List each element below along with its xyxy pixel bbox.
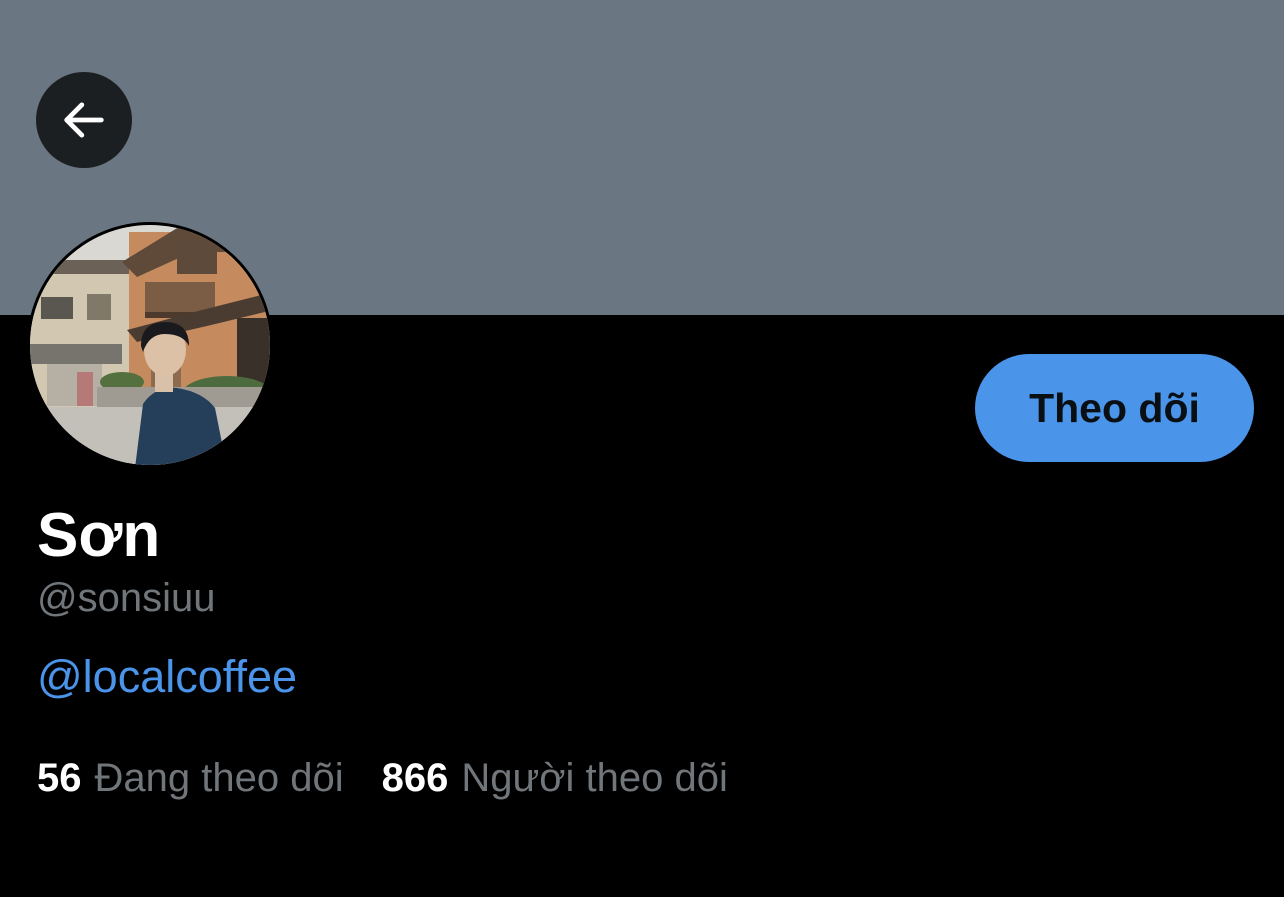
profile-avatar[interactable] xyxy=(27,222,273,468)
display-name: Sơn xyxy=(37,501,161,570)
followers-count: 866 xyxy=(381,756,449,800)
profile-page: Theo dõi Sơn @sonsiuu @localcoffee 56 Đa… xyxy=(0,0,1284,897)
arrow-left-icon xyxy=(64,102,104,138)
profile-handle: @sonsiuu xyxy=(37,576,216,620)
back-button[interactable] xyxy=(36,72,132,168)
following-count: 56 xyxy=(37,756,82,800)
bio-mention-link[interactable]: @localcoffee xyxy=(37,650,297,704)
followers-label: Người theo dõi xyxy=(461,756,728,800)
followers-stat[interactable]: 866 Người theo dõi xyxy=(382,752,728,804)
following-stat[interactable]: 56 Đang theo dõi xyxy=(37,752,344,804)
follow-button[interactable]: Theo dõi xyxy=(975,354,1254,462)
following-label: Đang theo dõi xyxy=(94,756,344,800)
profile-stats: 56 Đang theo dõi 866 Người theo dõi xyxy=(37,752,728,804)
